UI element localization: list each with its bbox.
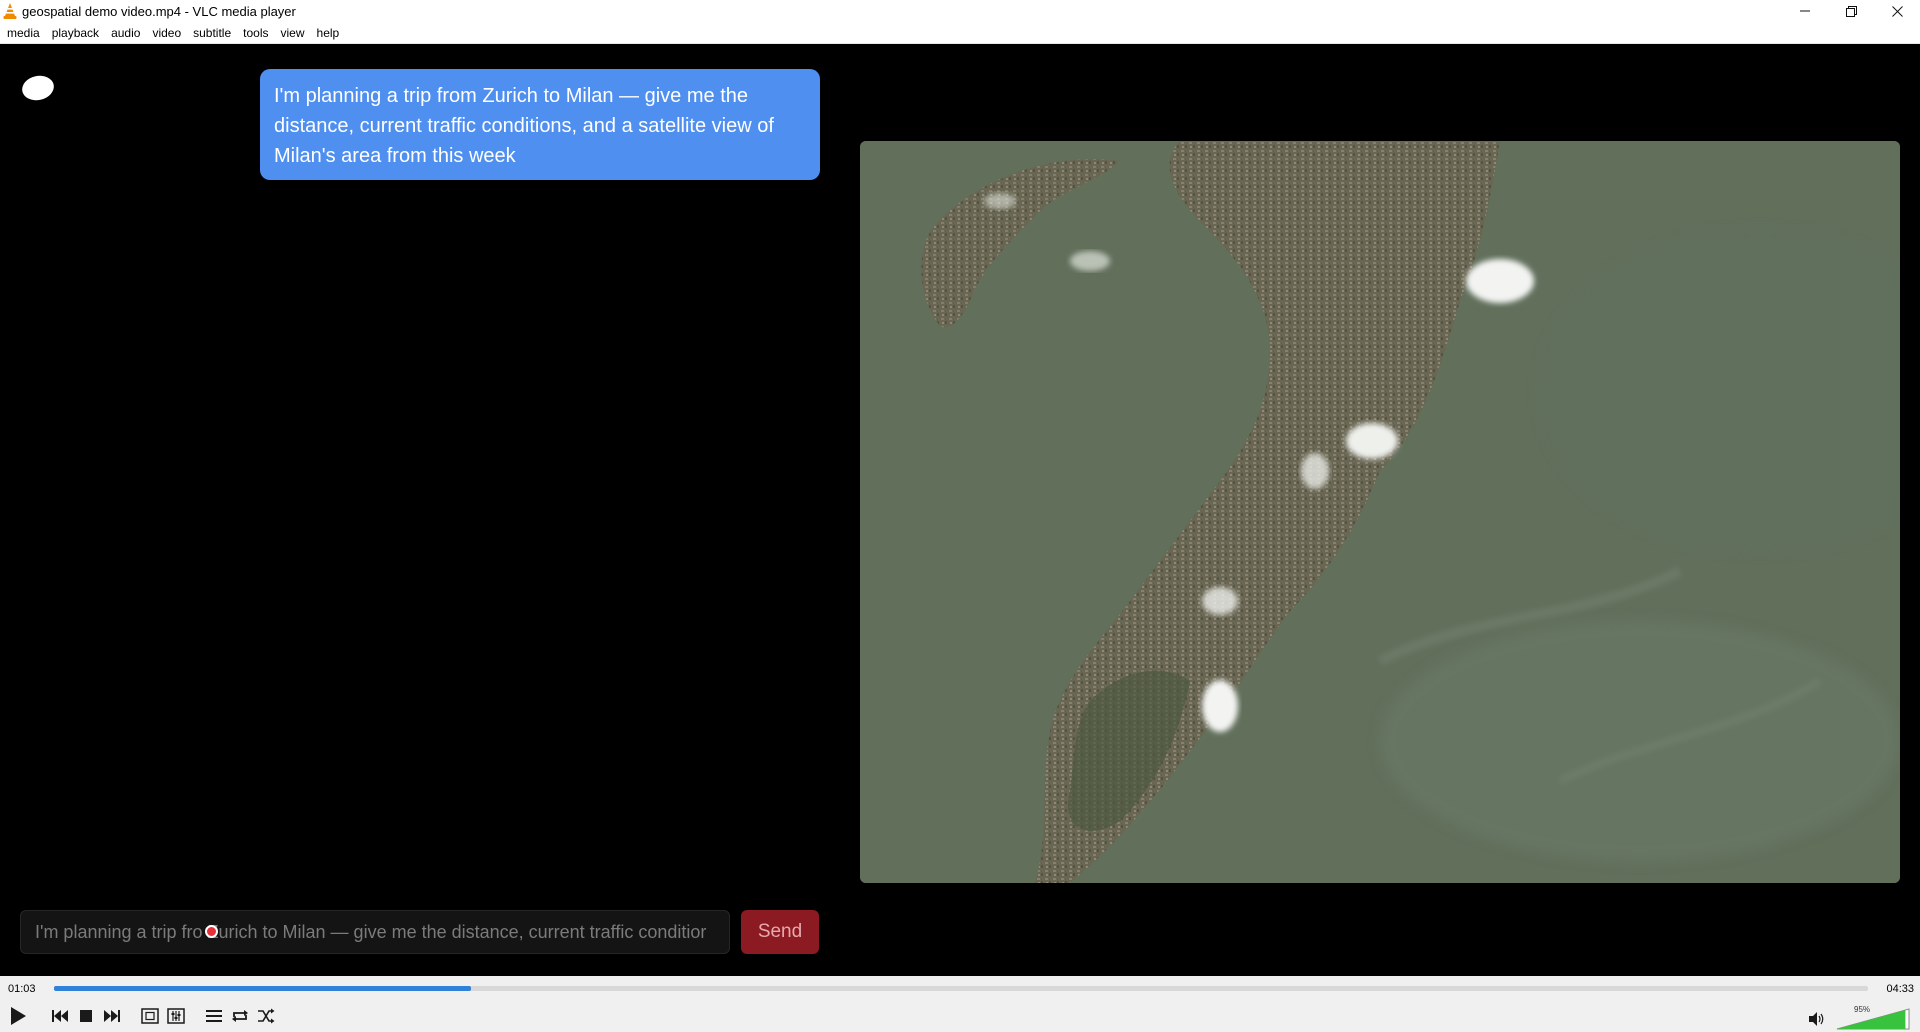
video-area[interactable]: I'm planning a trip from Zurich to Milan… — [0, 44, 1920, 976]
menu-subtitle[interactable]: subtitle — [187, 22, 237, 44]
close-button[interactable] — [1874, 0, 1920, 22]
play-button[interactable] — [6, 1004, 30, 1028]
shuffle-icon — [258, 1008, 275, 1024]
play-icon — [11, 1007, 26, 1025]
previous-button[interactable] — [48, 1004, 72, 1028]
fullscreen-icon — [141, 1008, 159, 1024]
menu-help[interactable]: help — [311, 22, 346, 44]
chat-input-text: I'm planning a trip fro Zurich to Milan … — [35, 922, 707, 942]
stop-button[interactable] — [74, 1004, 98, 1028]
satellite-map-graphic — [860, 141, 1900, 883]
loop-icon — [232, 1010, 248, 1022]
close-icon — [1891, 5, 1903, 17]
elapsed-time: 01:03 — [8, 983, 36, 995]
shuffle-button[interactable] — [254, 1004, 278, 1028]
restore-button[interactable] — [1828, 0, 1874, 22]
window-title: geospatial demo video.mp4 - VLC media pl… — [22, 3, 296, 19]
minimize-button[interactable] — [1782, 0, 1828, 22]
title-bar: geospatial demo video.mp4 - VLC media pl… — [0, 0, 1920, 22]
vlc-cone-icon — [3, 3, 17, 19]
stop-icon — [80, 1010, 92, 1022]
menu-audio[interactable]: audio — [105, 22, 146, 44]
menu-view[interactable]: view — [275, 22, 311, 44]
extended-settings-button[interactable] — [164, 1004, 188, 1028]
menu-tools[interactable]: tools — [237, 22, 274, 44]
restore-icon — [1845, 5, 1857, 17]
cursor-indicator-icon — [205, 925, 218, 938]
send-button[interactable]: Send — [741, 910, 819, 954]
volume-slider[interactable] — [1836, 1008, 1910, 1030]
extended-settings-icon — [167, 1008, 185, 1024]
next-button[interactable] — [100, 1004, 124, 1028]
player-controls: 01:03 04:33 95% — [0, 976, 1920, 1032]
volume-control[interactable]: 95% — [1808, 1004, 1914, 1030]
menu-media[interactable]: media — [2, 22, 46, 44]
menu-playback[interactable]: playback — [46, 22, 105, 44]
loop-button[interactable] — [228, 1004, 252, 1028]
avatar — [19, 72, 57, 104]
playlist-icon — [206, 1010, 222, 1022]
seek-bar[interactable] — [54, 986, 1868, 991]
playlist-button[interactable] — [202, 1004, 226, 1028]
satellite-image — [860, 141, 1900, 883]
next-icon — [104, 1010, 120, 1022]
seek-bar-fill — [54, 986, 472, 991]
previous-icon — [52, 1010, 68, 1022]
menu-bar: media playback audio video subtitle tool… — [0, 22, 1920, 44]
total-time: 04:33 — [1886, 983, 1914, 995]
chat-input-field[interactable]: I'm planning a trip fro Zurich to Milan … — [20, 910, 730, 954]
minimize-icon — [1800, 10, 1810, 12]
chat-message-bubble: I'm planning a trip from Zurich to Milan… — [260, 69, 820, 180]
fullscreen-button[interactable] — [138, 1004, 162, 1028]
menu-video[interactable]: video — [146, 22, 187, 44]
speaker-icon[interactable] — [1808, 1011, 1826, 1027]
